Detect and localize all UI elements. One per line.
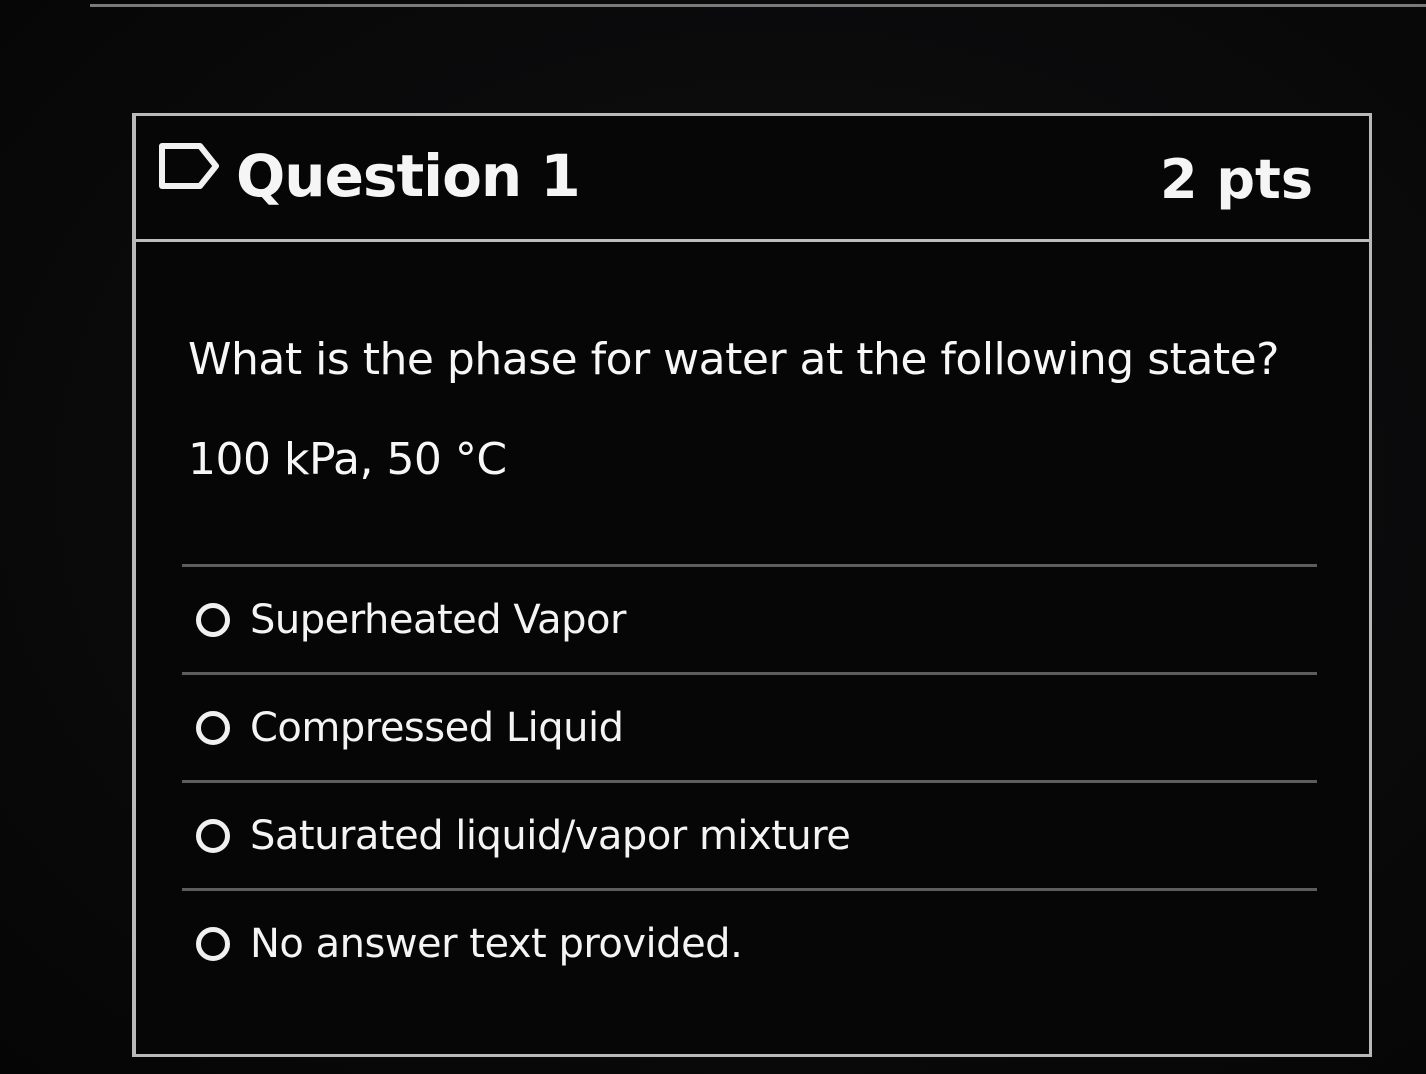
question-text: What is the phase for water at the follo… [188, 334, 1280, 385]
question-title: Question 1 [236, 142, 581, 210]
answer-option-no-answer-text[interactable]: No answer text provided. [182, 891, 1317, 996]
radio-button[interactable] [196, 602, 230, 637]
answer-label: No answer text provided. [250, 920, 743, 967]
answer-option-saturated-mixture[interactable]: Saturated liquid/vapor mixture [182, 783, 1317, 888]
answer-option-compressed-liquid[interactable]: Compressed Liquid [182, 675, 1317, 780]
question-card: Question 1 2 pts What is the phase for w… [132, 113, 1372, 1057]
question-points: 2 pts [1160, 148, 1313, 211]
radio-button[interactable] [196, 818, 230, 853]
screen: Question 1 2 pts What is the phase for w… [0, 0, 1426, 1074]
answer-label: Superheated Vapor [250, 596, 626, 643]
question-header: Question 1 2 pts [136, 116, 1369, 242]
top-divider [90, 4, 1426, 7]
question-state: 100 kPa, 50 °C [188, 434, 507, 485]
answer-label: Saturated liquid/vapor mixture [250, 812, 851, 859]
answer-list: Superheated Vapor Compressed Liquid Satu… [182, 564, 1317, 996]
flag-outline-icon[interactable] [158, 142, 220, 190]
answer-option-superheated-vapor[interactable]: Superheated Vapor [182, 567, 1317, 672]
radio-button[interactable] [196, 926, 230, 961]
answer-label: Compressed Liquid [250, 704, 624, 751]
radio-button[interactable] [196, 710, 230, 745]
